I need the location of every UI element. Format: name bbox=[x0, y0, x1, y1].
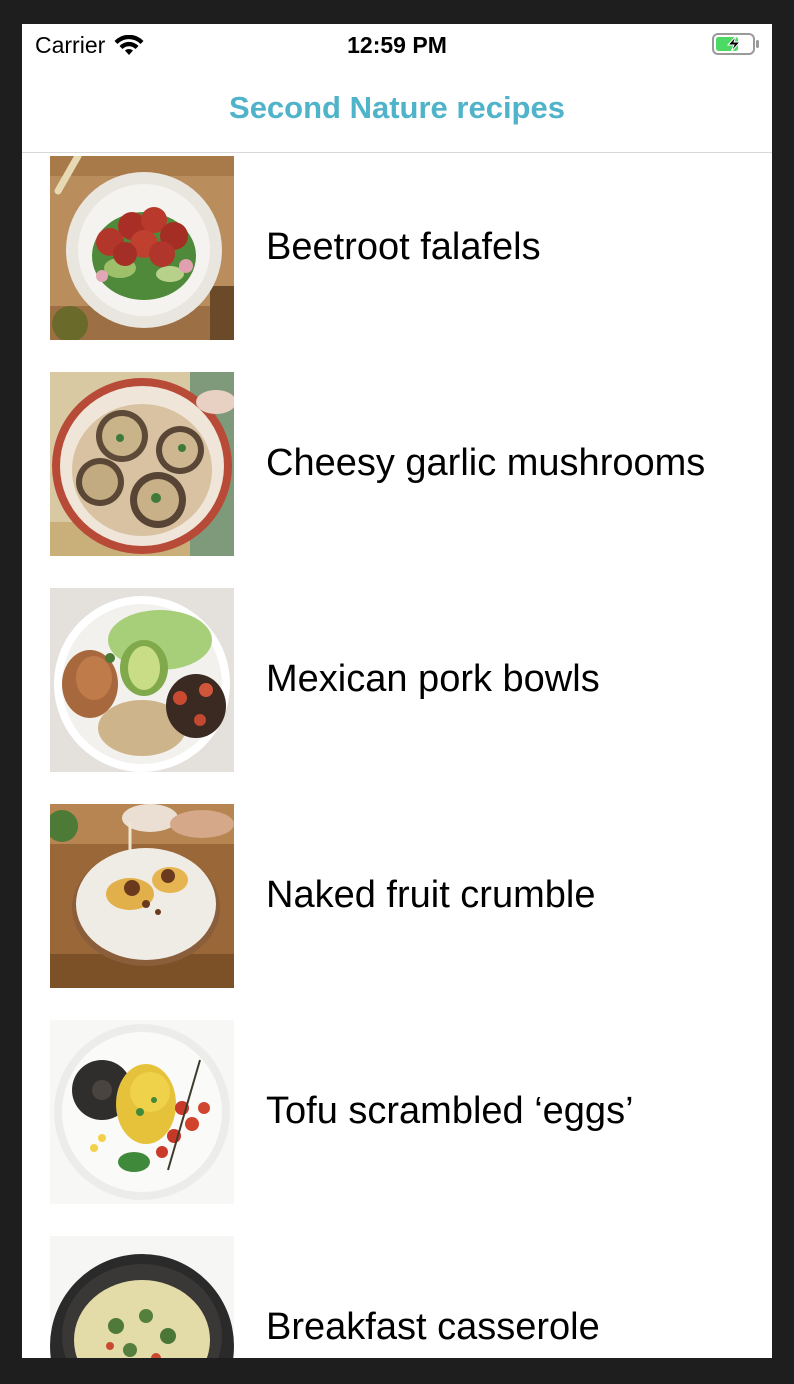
tofu-scrambled-eggs-photo bbox=[50, 1020, 234, 1204]
recipe-title: Mexican pork bowls bbox=[266, 658, 600, 700]
list-item[interactable]: Breakfast casserole bbox=[22, 1236, 772, 1358]
naked-fruit-crumble-photo bbox=[50, 804, 234, 988]
list-item[interactable]: Cheesy garlic mushrooms bbox=[22, 372, 772, 588]
recipe-title: Cheesy garlic mushrooms bbox=[266, 442, 706, 484]
recipe-title: Breakfast casserole bbox=[266, 1306, 600, 1348]
recipe-title: Naked fruit crumble bbox=[266, 874, 596, 916]
list-item[interactable]: Beetroot falafels bbox=[22, 156, 772, 372]
app-screen: Carrier 12:59 PM Second Nature recipes B… bbox=[22, 24, 772, 1358]
status-time: 12:59 PM bbox=[347, 32, 447, 58]
page-title: Second Nature recipes bbox=[229, 90, 565, 125]
beetroot-falafels-photo bbox=[50, 156, 234, 340]
breakfast-casserole-photo bbox=[50, 1236, 234, 1358]
mexican-pork-bowls-photo bbox=[50, 588, 234, 772]
list-item[interactable]: Mexican pork bowls bbox=[22, 588, 772, 804]
list-item[interactable]: Naked fruit crumble bbox=[22, 804, 772, 1020]
status-bar: Carrier 12:59 PM bbox=[22, 24, 772, 68]
recipe-title: Tofu scrambled ‘eggs’ bbox=[266, 1090, 634, 1132]
recipe-title: Beetroot falafels bbox=[266, 226, 541, 268]
list-item[interactable]: Tofu scrambled ‘eggs’ bbox=[22, 1020, 772, 1236]
device-frame: Carrier 12:59 PM Second Nature recipes B… bbox=[0, 0, 794, 1384]
battery-charging-icon bbox=[712, 33, 759, 55]
cheesy-garlic-mushrooms-photo bbox=[50, 372, 234, 556]
navigation-bar: Second Nature recipes bbox=[22, 68, 772, 153]
